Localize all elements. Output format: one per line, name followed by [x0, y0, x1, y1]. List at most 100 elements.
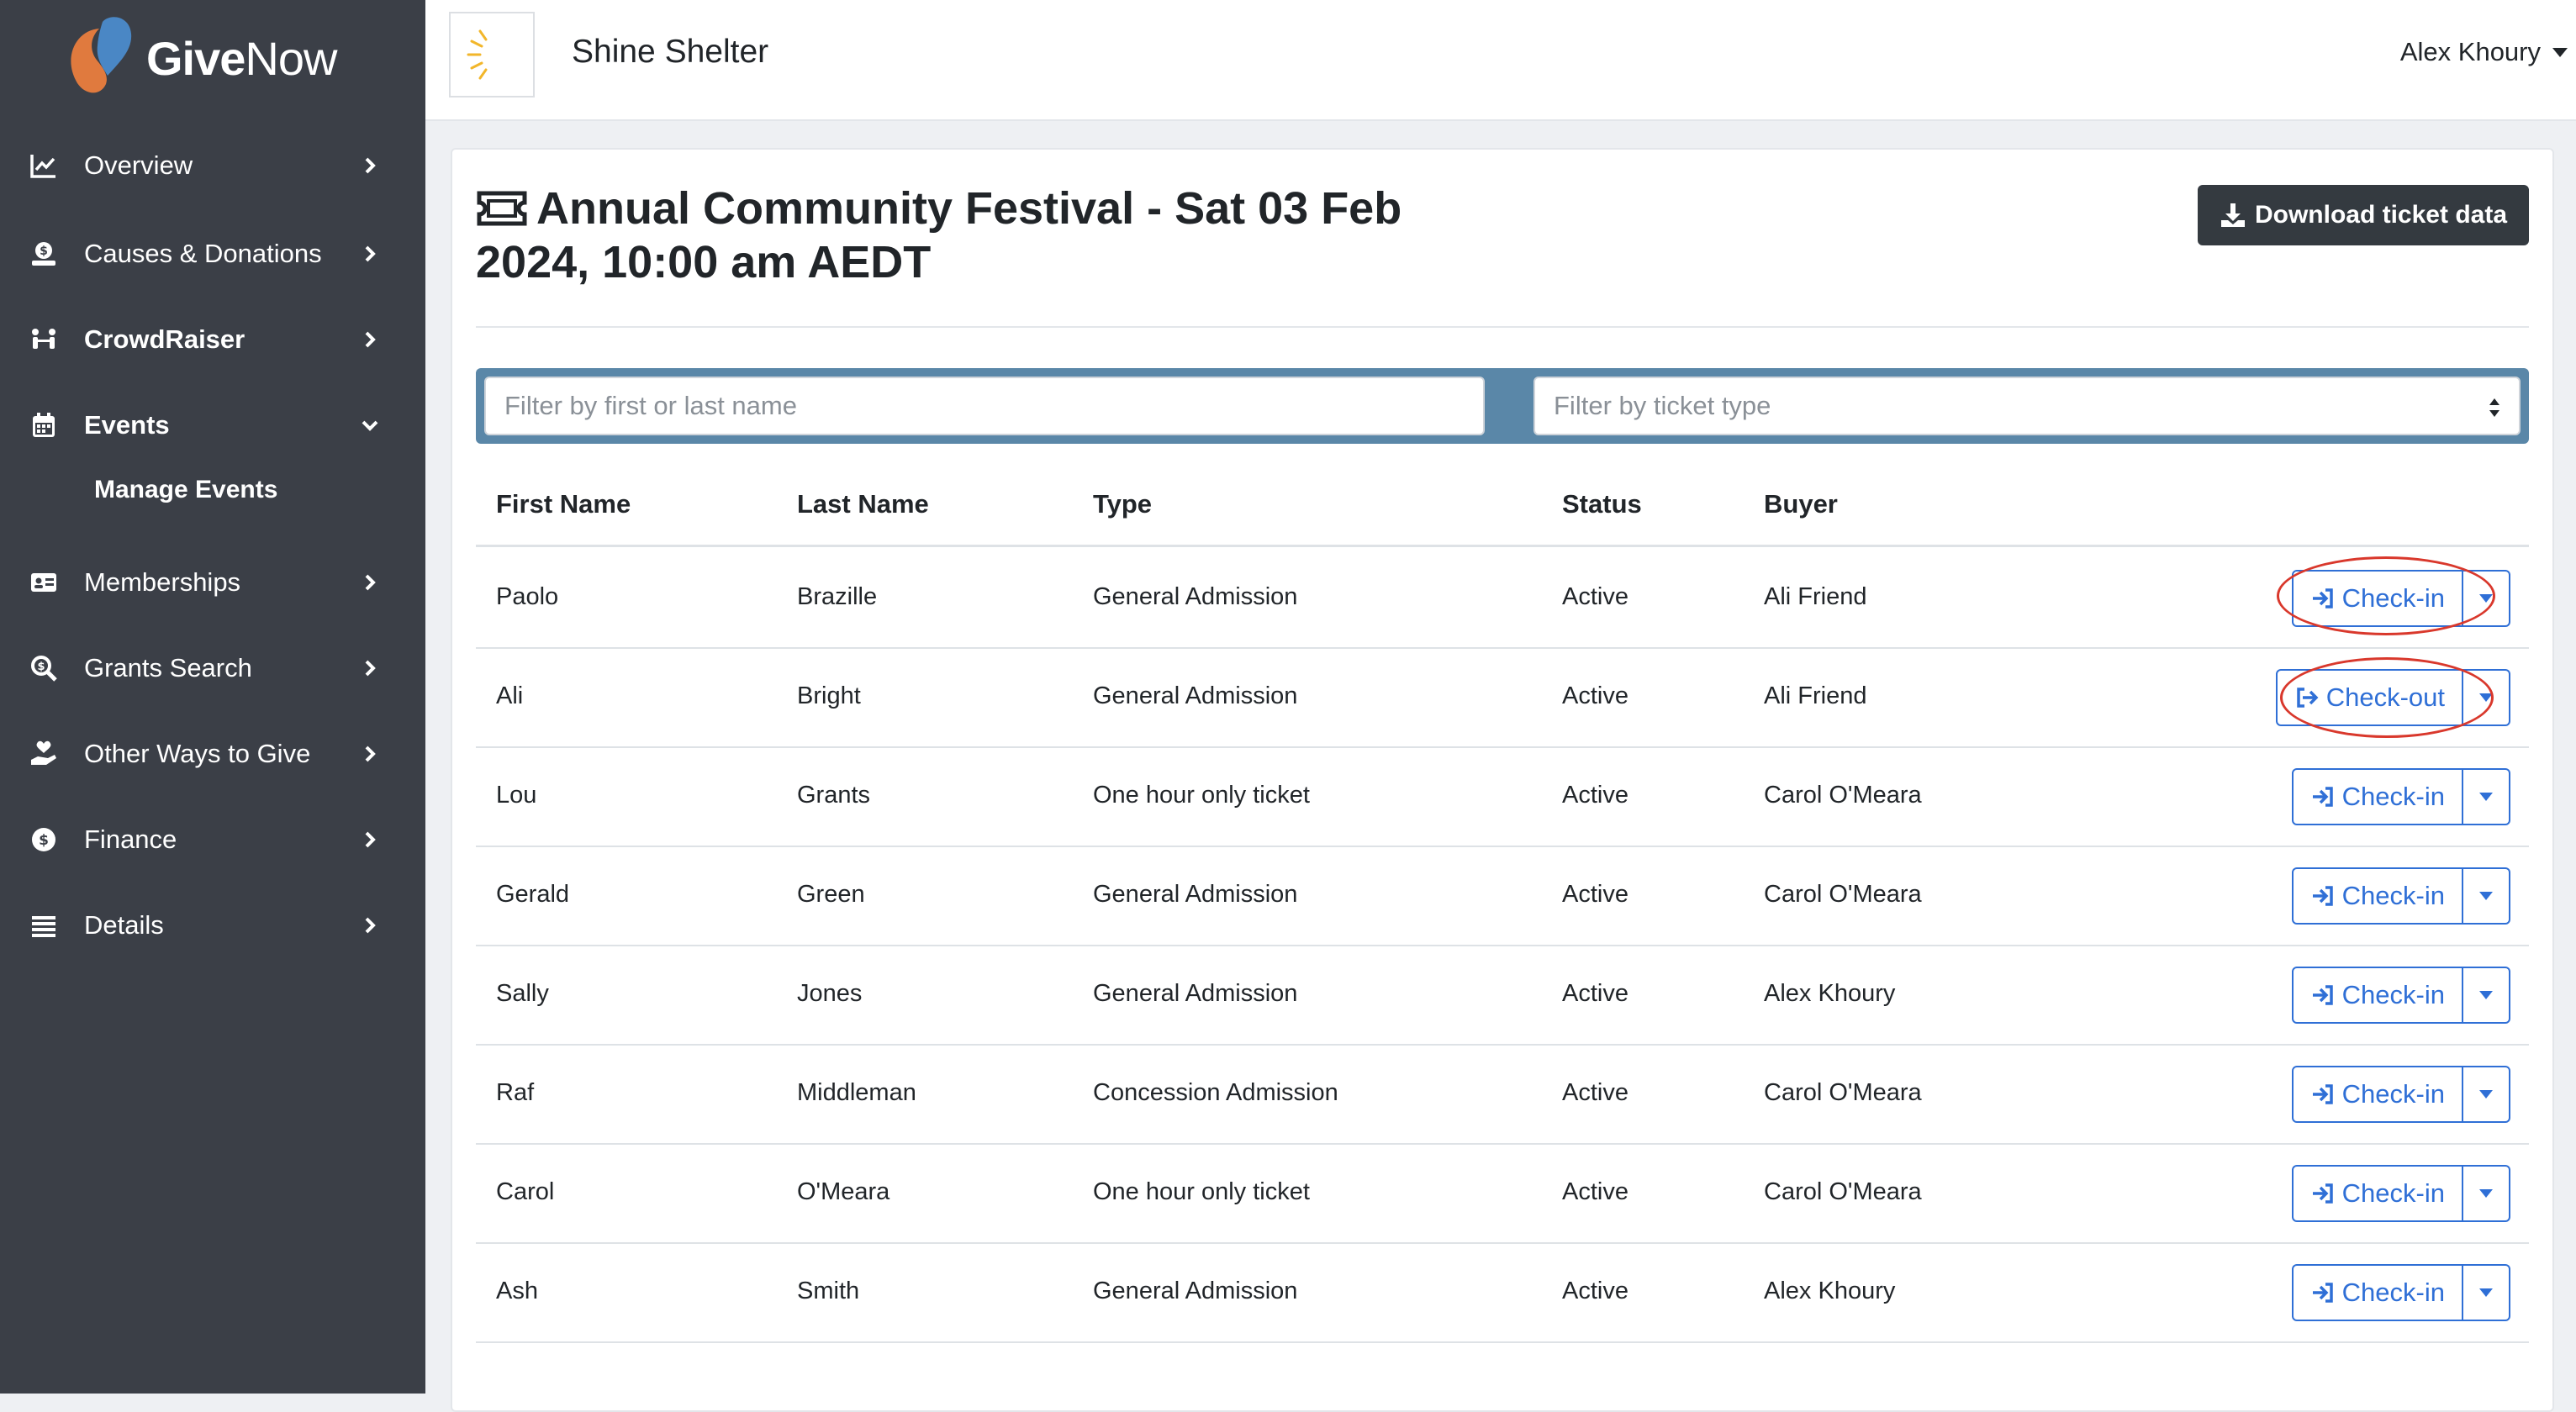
org-name: Shine Shelter	[572, 34, 769, 70]
calendar-icon	[29, 410, 59, 440]
cell-last-name: Jones	[797, 980, 863, 1007]
cell-last-name: Middleman	[797, 1079, 916, 1106]
cell-buyer: Alex Khoury	[1764, 1278, 1896, 1304]
cell-buyer: Carol O'Meara	[1764, 1079, 1922, 1106]
sidebar-item-finance[interactable]: $ Finance	[0, 806, 425, 873]
cell-first-name: Ash	[496, 1278, 538, 1304]
check-in-button[interactable]: Check-in	[2291, 570, 2463, 627]
action-dropdown-toggle[interactable]	[2463, 867, 2510, 925]
table-row: Ash Smith General Admission Active Alex Khou…	[476, 1242, 2529, 1343]
check-in-button[interactable]: Check-in	[2291, 1264, 2463, 1321]
sidebar-item-other-ways[interactable]: Other Ways to Give	[0, 720, 425, 788]
cell-type: General Admission	[1093, 980, 1298, 1007]
sidebar-item-label: Causes & Donations	[84, 239, 322, 268]
top-header: Shine Shelter Alex Khoury	[425, 0, 2576, 121]
cell-buyer: Ali Friend	[1764, 583, 1867, 610]
sidebar-item-overview[interactable]: Overview	[0, 132, 425, 199]
user-menu[interactable]: Alex Khoury	[2400, 37, 2568, 67]
table-row: Sally Jones General Admission Active Alex Kh…	[476, 945, 2529, 1046]
givenow-logo-icon	[71, 17, 132, 93]
sidebar-subitem-manage-events[interactable]: Manage Events	[94, 476, 277, 504]
column-header-buyer[interactable]: Buyer	[1764, 489, 1838, 519]
cell-type: General Admission	[1093, 1278, 1298, 1304]
action-dropdown-toggle[interactable]	[2463, 1165, 2510, 1222]
caret-down-icon	[2479, 1189, 2493, 1198]
action-button-group: Check-in	[2291, 768, 2510, 825]
sign-in-icon	[2312, 886, 2333, 906]
ticket-type-select[interactable]: Filter by ticket type	[1533, 377, 2521, 435]
cell-buyer: Carol O'Meara	[1764, 881, 1922, 908]
action-button-group: Check-in	[2291, 1066, 2510, 1123]
name-filter-input[interactable]: Filter by first or last name	[484, 377, 1485, 435]
check-in-button[interactable]: Check-in	[2291, 1165, 2463, 1222]
sidebar: GiveNow Overview $ Causes & Donations Cr…	[0, 0, 425, 1394]
check-in-button[interactable]: Check-in	[2291, 967, 2463, 1024]
check-in-button[interactable]: Check-in	[2291, 1066, 2463, 1123]
column-header-first-name[interactable]: First Name	[496, 489, 631, 519]
chevron-right-icon	[365, 660, 376, 677]
action-dropdown-toggle[interactable]	[2463, 967, 2510, 1024]
chevron-right-icon	[365, 746, 376, 762]
sidebar-item-crowdraiser[interactable]: CrowdRaiser	[0, 306, 425, 373]
sign-out-icon	[2296, 688, 2319, 708]
cell-first-name: Ali	[496, 682, 524, 709]
caret-down-icon	[2479, 1090, 2493, 1099]
sidebar-item-grants-search[interactable]: $ Grants Search	[0, 635, 425, 702]
cell-type: Concession Admission	[1093, 1079, 1338, 1106]
cell-status: Active	[1562, 1178, 1628, 1205]
sidebar-item-label: Details	[84, 910, 164, 940]
cell-last-name: Grants	[797, 782, 871, 809]
sun-logo-icon	[467, 29, 499, 80]
sign-in-icon	[2312, 1283, 2333, 1303]
check-in-button[interactable]: Check-in	[2291, 867, 2463, 925]
column-header-status[interactable]: Status	[1562, 489, 1642, 519]
cell-buyer: Ali Friend	[1764, 682, 1867, 709]
givenow-logo[interactable]: GiveNow	[59, 12, 337, 104]
action-dropdown-toggle[interactable]	[2463, 1066, 2510, 1123]
sidebar-item-details[interactable]: Details	[0, 892, 425, 959]
cell-first-name: Raf	[496, 1079, 535, 1106]
caret-down-icon	[2479, 1288, 2493, 1297]
cell-status: Active	[1562, 583, 1628, 610]
chart-line-icon	[29, 150, 59, 181]
cell-first-name: Sally	[496, 980, 549, 1007]
sidebar-item-events[interactable]: Events	[0, 392, 425, 459]
cell-buyer: Carol O'Meara	[1764, 782, 1922, 809]
table-header-divider	[476, 545, 2529, 547]
chevron-right-icon	[365, 157, 376, 174]
action-dropdown-toggle[interactable]	[2463, 768, 2510, 825]
cell-type: One hour only ticket	[1093, 782, 1310, 809]
action-dropdown-toggle[interactable]	[2463, 1264, 2510, 1321]
cell-last-name: O'Meara	[797, 1178, 890, 1205]
column-header-last-name[interactable]: Last Name	[797, 489, 929, 519]
action-dropdown-toggle[interactable]	[2463, 570, 2510, 627]
action-button-group: Check-in	[2291, 570, 2510, 627]
action-label: Check-in	[2341, 782, 2445, 811]
table-row: Paolo Brazille General Admission Active Ali …	[476, 548, 2529, 649]
check-out-button[interactable]: Check-out	[2275, 669, 2463, 726]
check-in-button[interactable]: Check-in	[2291, 768, 2463, 825]
event-card: Annual Community Festival - Sat 03 Feb 2…	[451, 148, 2554, 1412]
cell-status: Active	[1562, 782, 1628, 809]
org-logo[interactable]	[449, 12, 535, 97]
action-label: Check-out	[2325, 682, 2445, 712]
download-ticket-data-button[interactable]: Download ticket data	[2197, 185, 2529, 245]
people-icon	[29, 324, 59, 355]
table-row: Carol O'Meara One hour only ticket Active Ca…	[476, 1143, 2529, 1244]
chevron-right-icon	[365, 245, 376, 262]
caret-down-icon	[2479, 693, 2493, 702]
table-row: Lou Grants One hour only ticket Active Carol…	[476, 746, 2529, 847]
action-dropdown-toggle[interactable]	[2463, 669, 2510, 726]
sign-in-icon	[2312, 985, 2333, 1005]
svg-text:$: $	[40, 245, 48, 258]
chevron-right-icon	[365, 331, 376, 348]
cell-last-name: Smith	[797, 1278, 860, 1304]
sign-in-icon	[2312, 1183, 2333, 1204]
sidebar-item-memberships[interactable]: Memberships	[0, 549, 425, 616]
column-header-type[interactable]: Type	[1093, 489, 1152, 519]
cell-status: Active	[1562, 881, 1628, 908]
filter-bar: Filter by first or last name Filter by t…	[476, 368, 2529, 444]
cell-status: Active	[1562, 682, 1628, 709]
cell-type: One hour only ticket	[1093, 1178, 1310, 1205]
sidebar-item-causes[interactable]: $ Causes & Donations	[0, 220, 425, 287]
